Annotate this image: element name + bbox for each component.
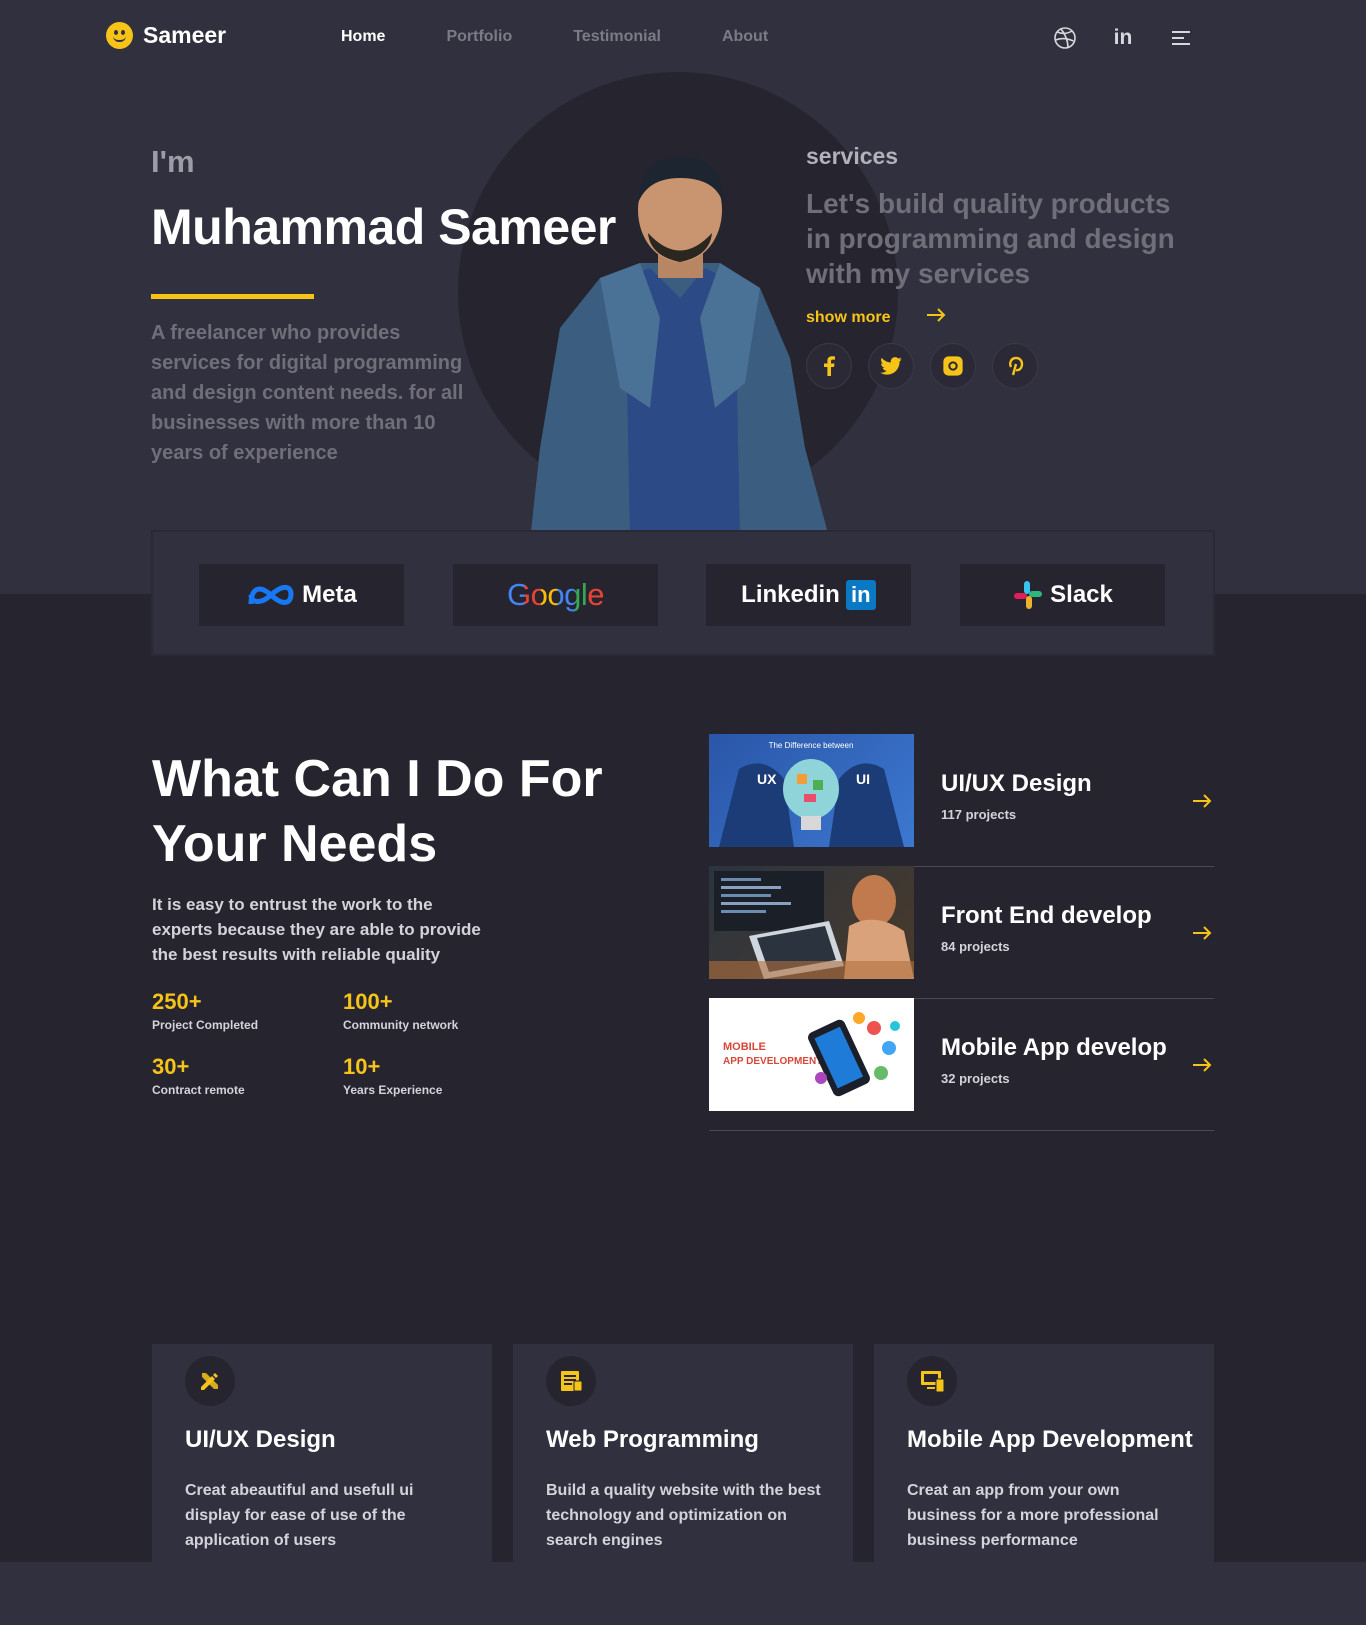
frontend-thumbnail (709, 866, 914, 979)
svg-text:UI: UI (856, 771, 870, 787)
show-more-link[interactable]: show more (806, 308, 946, 327)
card-description: Creat an app from your own business for … (907, 1482, 1159, 1549)
site-logo[interactable]: Sameer (106, 22, 226, 49)
stat-value: 100+ (343, 989, 393, 1014)
stat-community: 100+ Community network (343, 989, 458, 1032)
instagram-icon[interactable] (930, 343, 976, 389)
nav-portfolio[interactable]: Portfolio (446, 28, 512, 46)
service-card-mobile[interactable]: Mobile App Development Creat an app from… (874, 1344, 1214, 1625)
service-row-frontend[interactable]: Front End develop 84 projects (709, 866, 1214, 999)
facebook-icon[interactable] (806, 343, 852, 389)
svg-text:APP DEVELOPMENT: APP DEVELOPMENT (723, 1056, 822, 1067)
main-menu: Home Portfolio Testimonial About (341, 28, 829, 46)
brand-google-label: Google (507, 577, 604, 612)
dribbble-icon[interactable] (1052, 25, 1078, 51)
service-row-mobile[interactable]: MOBILE APP DEVELOPMENT Mobile App develo… (709, 998, 1214, 1131)
stat-label: Contract remote (152, 1083, 245, 1097)
stat-contract: 30+ Contract remote (152, 1054, 245, 1097)
brand-linkedin: Linkedin in (706, 564, 911, 626)
linkedin-icon[interactable]: in (1110, 25, 1136, 51)
hero-intro: A freelancer who provides services for d… (151, 322, 464, 464)
stat-label: Community network (343, 1018, 459, 1032)
nav-about[interactable]: About (722, 28, 768, 46)
hero-name: Muhammad Sameer (151, 199, 616, 255)
service-projects: 32 projects (941, 1071, 1010, 1086)
stat-label: Years Experience (343, 1083, 443, 1097)
svg-text:UX: UX (757, 771, 777, 787)
brand-google: Google (453, 564, 658, 626)
design-tools-icon (185, 1356, 235, 1406)
stat-value: 30+ (152, 1054, 190, 1079)
card-title: UI/UX Design (185, 1426, 336, 1453)
top-navigation: Sameer Home Portfolio Testimonial About … (0, 0, 1366, 76)
pinterest-icon[interactable] (992, 343, 1038, 389)
show-more-label: show more (806, 308, 891, 326)
card-title: Mobile App Development (907, 1426, 1193, 1453)
service-title: UI/UX Design (941, 770, 1092, 797)
services-label: services (806, 143, 899, 169)
section-description: It is easy to entrust the work to the ex… (152, 895, 481, 964)
stat-value: 250+ (152, 989, 202, 1014)
svg-text:The Difference between: The Difference between (769, 741, 854, 750)
arrow-right-icon[interactable] (1192, 788, 1212, 814)
service-title: Front End develop (941, 902, 1152, 929)
arrow-right-icon (926, 308, 946, 327)
service-projects: 117 projects (941, 807, 1017, 822)
arrow-right-icon[interactable] (1192, 920, 1212, 946)
mobile-thumbnail: MOBILE APP DEVELOPMENT (709, 998, 914, 1111)
name-underline (151, 294, 314, 299)
social-links (806, 343, 1038, 389)
nav-testimonial[interactable]: Testimonial (573, 28, 661, 46)
brand-slack-label: Slack (1050, 581, 1113, 608)
service-card-web[interactable]: Web Programming Build a quality website … (513, 1344, 853, 1625)
brand-slack: Slack (960, 564, 1165, 626)
services-tagline: Let's build quality products in programm… (806, 188, 1175, 289)
smiley-icon (106, 22, 133, 49)
card-description: Creat abeautiful and usefull ui display … (185, 1482, 414, 1549)
stat-projects: 250+ Project Completed (152, 989, 258, 1032)
nav-icons: in (1052, 25, 1194, 51)
stat-label: Project Completed (152, 1018, 259, 1032)
brand-bar: Meta Google Linkedin in Slack (151, 530, 1215, 656)
section-title: What Can I Do For Your Needs (152, 750, 603, 873)
twitter-icon[interactable] (868, 343, 914, 389)
nav-home[interactable]: Home (341, 28, 385, 46)
arrow-right-icon[interactable] (1192, 1052, 1212, 1078)
logo-text: Sameer (143, 22, 227, 48)
linkedin-badge-icon: in (845, 580, 876, 610)
card-title: Web Programming (546, 1426, 759, 1453)
slack-icon (1014, 581, 1043, 609)
brand-meta-label: Meta (302, 581, 357, 608)
brand-linkedin-label: Linkedin (741, 581, 840, 608)
web-code-icon (546, 1356, 596, 1406)
service-row-uiux[interactable]: The Difference between UX UI UI/UX Desig… (709, 734, 1214, 867)
mobile-devices-icon (907, 1356, 957, 1406)
service-card-uiux[interactable]: UI/UX Design Creat abeautiful and useful… (152, 1344, 492, 1625)
uiux-thumbnail: The Difference between UX UI (709, 734, 914, 847)
service-title: Mobile App develop (941, 1034, 1167, 1061)
stat-value: 10+ (343, 1054, 381, 1079)
svg-text:MOBILE: MOBILE (723, 1041, 766, 1053)
card-description: Build a quality website with the best te… (546, 1482, 821, 1549)
service-projects: 84 projects (941, 939, 1010, 954)
menu-icon[interactable] (1168, 25, 1194, 51)
brand-meta: Meta (199, 564, 404, 626)
stat-experience: 10+ Years Experience (343, 1054, 442, 1097)
hero-greeting: I'm (151, 144, 195, 179)
